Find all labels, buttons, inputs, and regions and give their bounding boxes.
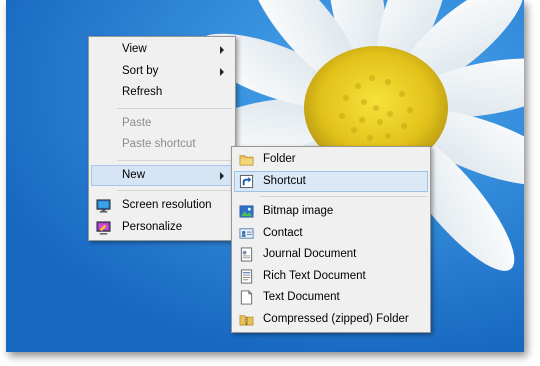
- menu-item-paste[interactable]: Paste: [91, 113, 233, 135]
- menu-item-personalize[interactable]: Personalize: [91, 217, 233, 239]
- menu-separator: [260, 196, 427, 197]
- menu-item-paste-shortcut[interactable]: Paste shortcut: [91, 134, 233, 156]
- menu-item-label: Contact: [263, 226, 303, 239]
- submenu-arrow-icon: [220, 67, 224, 76]
- screen-resolution-icon: [96, 199, 111, 213]
- submenu-item-folder[interactable]: Folder: [234, 149, 428, 171]
- text-document-icon: [240, 290, 253, 305]
- submenu-arrow-icon: [220, 171, 224, 180]
- personalize-icon: [96, 220, 111, 235]
- menu-item-label: Personalize: [122, 220, 183, 233]
- menu-item-label: Refresh: [122, 86, 163, 98]
- menu-item-label: Paste shortcut: [122, 138, 196, 150]
- submenu-item-contact[interactable]: Contact: [234, 223, 428, 245]
- menu-item-new[interactable]: New: [91, 164, 233, 186]
- menu-item-view[interactable]: View: [91, 39, 233, 61]
- shortcut-icon: [239, 174, 254, 188]
- menu-item-label: Compressed (zipped) Folder: [263, 312, 409, 325]
- menu-item-label: Shortcut: [263, 174, 306, 187]
- folder-icon: [239, 155, 254, 166]
- menu-item-sort-by[interactable]: Sort by: [91, 61, 233, 83]
- journal-document-icon: [240, 247, 253, 262]
- menu-item-label: Text Document: [263, 291, 340, 303]
- submenu-item-rich-text-document[interactable]: Rich Text Document: [234, 266, 428, 288]
- rich-text-document-icon: [240, 268, 253, 284]
- menu-item-label: Screen resolution: [122, 199, 212, 211]
- menu-item-label: Journal Document: [263, 248, 357, 260]
- zipped-folder-icon: [239, 314, 254, 325]
- menu-item-label: Sort by: [122, 64, 159, 77]
- menu-item-label: Paste: [122, 116, 152, 129]
- screenshot-frame: View Sort by Refresh Paste Paste shortcu…: [0, 0, 540, 366]
- menu-item-refresh[interactable]: Refresh: [91, 82, 233, 104]
- submenu-item-journal-document[interactable]: Journal Document: [234, 244, 428, 266]
- menu-item-label: Bitmap image: [263, 205, 334, 217]
- submenu-item-compressed-folder[interactable]: Compressed (zipped) Folder: [234, 309, 428, 331]
- desktop-context-menu: View Sort by Refresh Paste Paste shortcu…: [88, 36, 236, 241]
- menu-separator: [117, 159, 232, 161]
- menu-item-label: View: [122, 43, 147, 55]
- contact-card-icon: [239, 227, 254, 239]
- menu-item-label: New: [122, 168, 146, 181]
- menu-separator: [117, 107, 232, 109]
- menu-separator: [117, 190, 232, 191]
- submenu-arrow-icon: [220, 46, 224, 54]
- menu-item-label: Folder: [263, 153, 296, 165]
- new-submenu: Folder Shortcut Bitmap image Contact Jou…: [231, 146, 431, 333]
- menu-item-screen-resolution[interactable]: Screen resolution: [91, 195, 233, 217]
- menu-item-label: Rich Text Document: [263, 269, 366, 282]
- submenu-item-shortcut[interactable]: Shortcut: [234, 170, 428, 192]
- submenu-item-bitmap-image[interactable]: Bitmap image: [234, 201, 428, 223]
- bitmap-image-icon: [239, 205, 254, 218]
- submenu-item-text-document[interactable]: Text Document: [234, 287, 428, 309]
